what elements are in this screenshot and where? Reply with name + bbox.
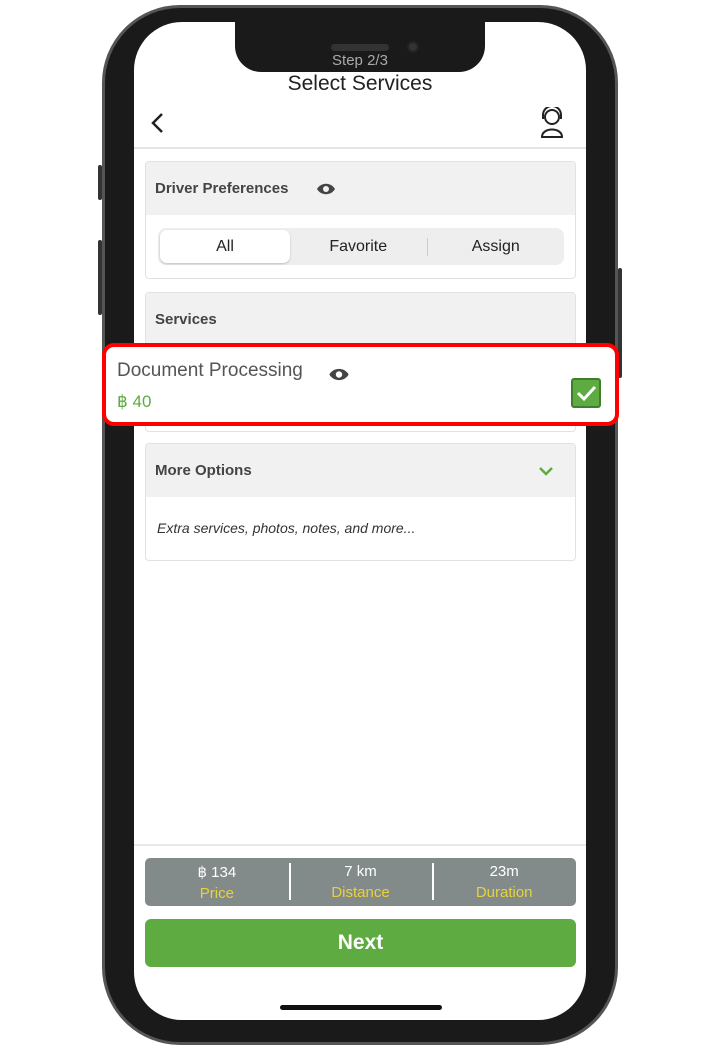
divider — [134, 844, 586, 846]
distance-label: Distance — [331, 884, 390, 901]
service-name: Document Processing — [117, 360, 303, 381]
driver-preferences-card: Driver Preferences All Favorite Assign — [145, 161, 576, 279]
tab-favorite[interactable]: Favorite — [290, 237, 428, 256]
chevron-down-icon[interactable] — [538, 466, 554, 476]
more-options-title: More Options — [155, 462, 252, 479]
service-price: ฿ 40 — [117, 392, 152, 411]
side-button — [98, 240, 102, 315]
tab-all[interactable]: All — [160, 230, 290, 263]
more-options-description: Extra services, photos, notes, and more.… — [157, 520, 416, 536]
more-options-card: More Options Extra services, photos, not… — [145, 443, 576, 561]
distance-value: 7 km — [344, 863, 377, 880]
support-agent-icon[interactable] — [539, 107, 565, 139]
duration-label: Duration — [475, 884, 533, 901]
price-value: ฿ 134 — [197, 864, 237, 881]
tab-assign[interactable]: Assign — [428, 238, 565, 256]
side-button — [98, 165, 102, 200]
driver-preferences-title: Driver Preferences — [155, 180, 289, 197]
eye-icon[interactable] — [328, 367, 350, 382]
home-indicator — [280, 1005, 442, 1010]
more-options-toggle[interactable]: More Options — [146, 444, 575, 497]
price-label: Price — [199, 885, 234, 902]
step-indicator: Step 2/3 — [332, 52, 388, 69]
trip-summary: ฿ 134 Price 7 km Distance 23m Duration — [145, 858, 576, 906]
screen: Step 2/3 Select Services Driver Preferen… — [134, 22, 586, 1020]
service-checkbox[interactable] — [571, 378, 601, 408]
duration-value: 23m — [489, 863, 519, 880]
service-item-document-processing[interactable]: Document Processing ฿ 40 — [102, 343, 619, 426]
page-title: Select Services — [287, 72, 433, 95]
driver-filter-segmented: All Favorite Assign — [158, 228, 564, 265]
services-title: Services — [146, 293, 575, 346]
header: Step 2/3 Select Services — [134, 52, 586, 149]
check-icon — [576, 385, 597, 402]
next-button[interactable]: Next — [145, 919, 576, 967]
eye-icon[interactable] — [316, 182, 336, 196]
back-icon[interactable] — [150, 112, 166, 134]
